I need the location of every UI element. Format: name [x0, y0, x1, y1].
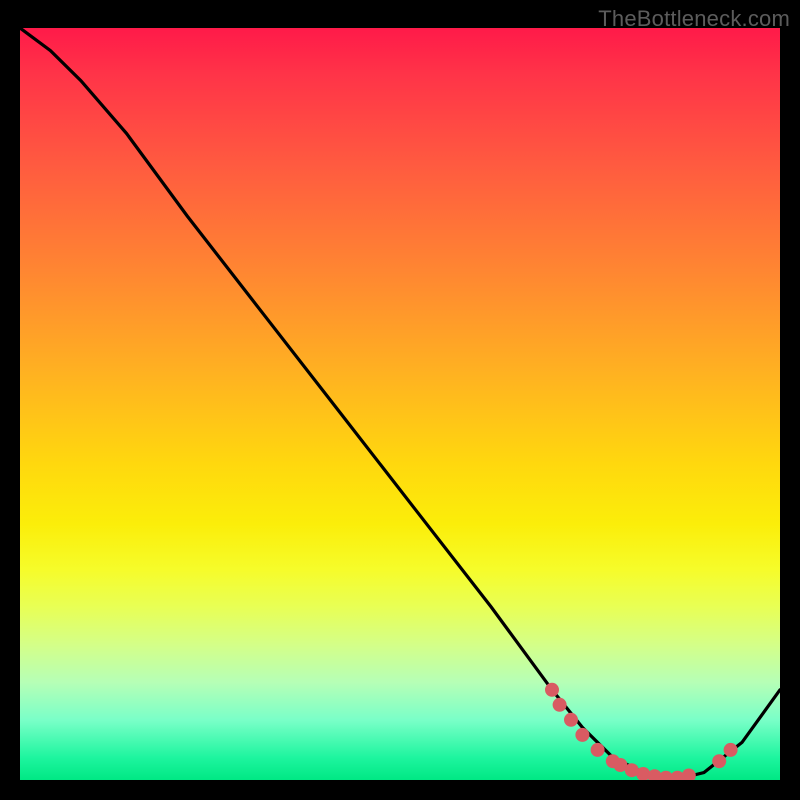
data-marker: [724, 743, 738, 757]
data-marker: [712, 754, 726, 768]
plot-area: [20, 28, 780, 780]
data-marker: [564, 713, 578, 727]
chart-frame: TheBottleneck.com: [0, 0, 800, 800]
data-marker: [591, 743, 605, 757]
data-marker: [575, 728, 589, 742]
curve-layer: [20, 28, 780, 780]
bottleneck-curve: [20, 28, 780, 780]
data-marker: [553, 698, 567, 712]
marker-group: [545, 683, 738, 780]
data-marker: [682, 769, 696, 781]
data-marker: [545, 683, 559, 697]
